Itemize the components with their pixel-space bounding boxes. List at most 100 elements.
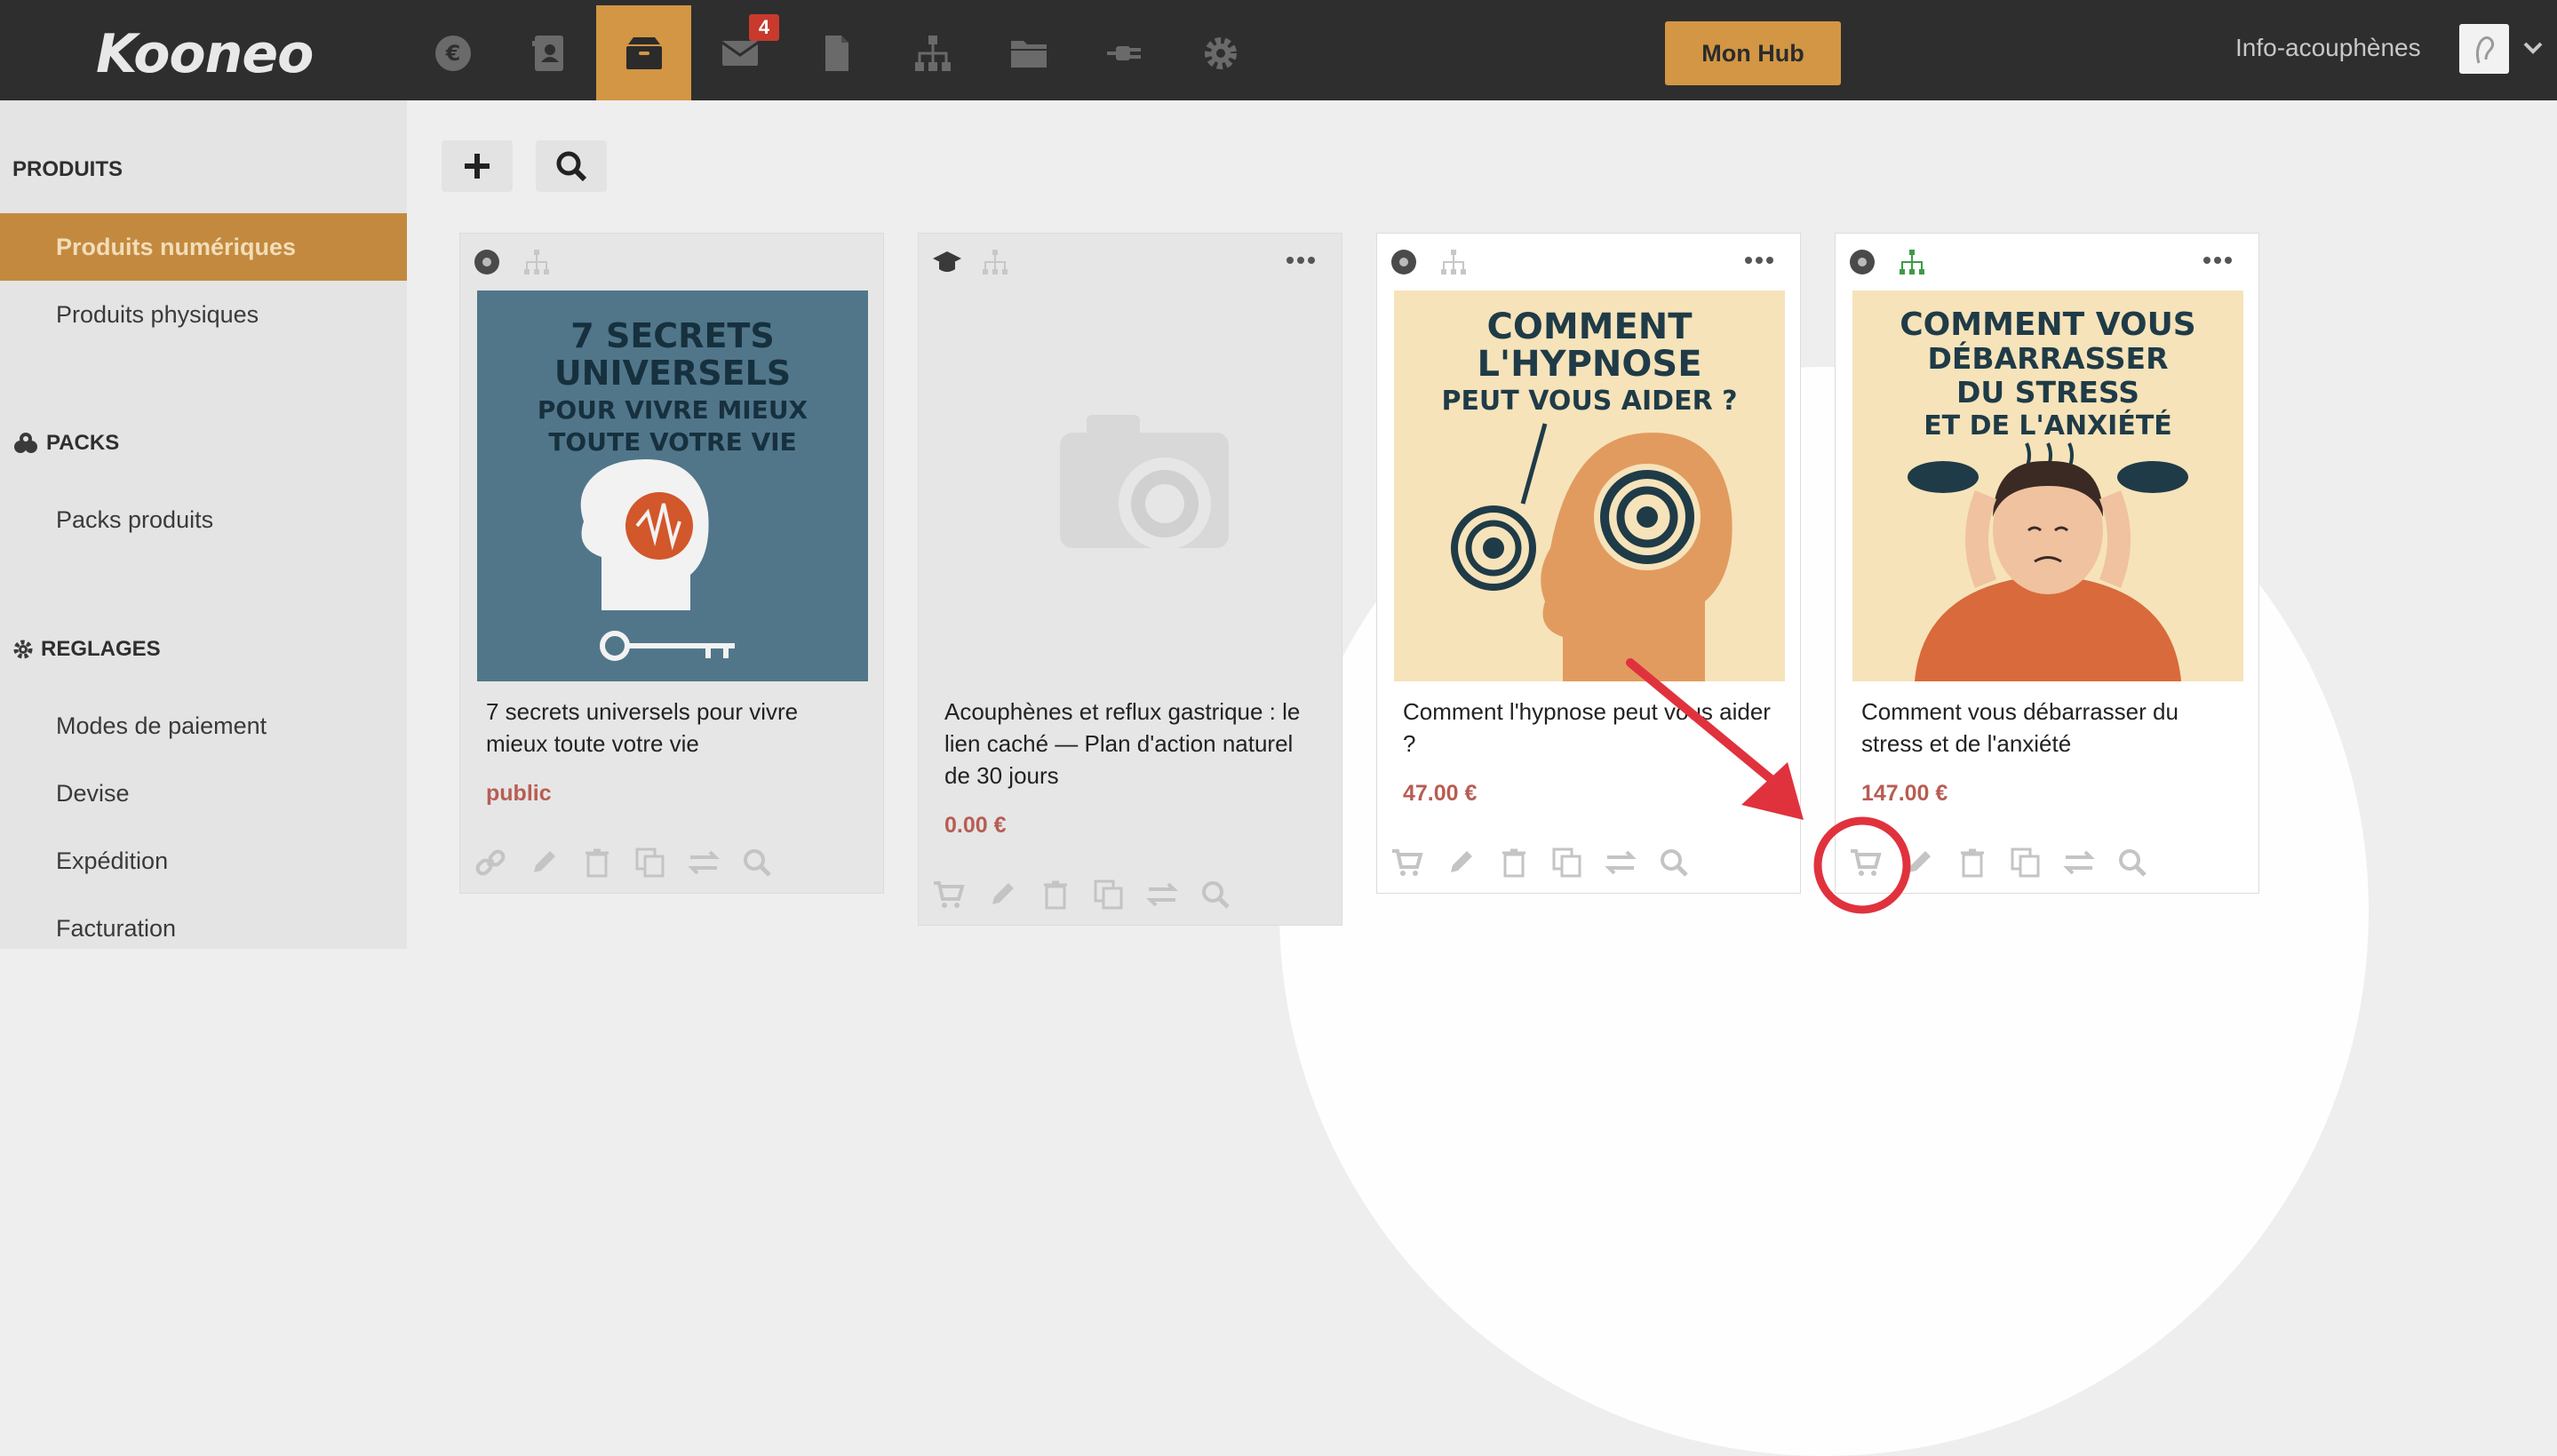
edit-icon[interactable] xyxy=(985,878,1019,911)
sidebar-section-produits: PRODUITS xyxy=(12,157,123,182)
product-thumbnail[interactable]: COMMENT VOUS DÉBARRASSER DU STRESS ET DE… xyxy=(1852,290,2243,681)
plug-icon[interactable] xyxy=(1077,5,1172,100)
more-options-icon[interactable] xyxy=(1285,251,1317,269)
delete-icon[interactable] xyxy=(580,846,614,879)
sidebar-item-label: Produits physiques xyxy=(56,300,259,328)
ear-avatar-icon xyxy=(2475,36,2495,64)
product-price: 0.00 € xyxy=(944,813,1007,838)
sidebar-item-devise[interactable]: Devise xyxy=(0,760,407,827)
link-icon[interactable] xyxy=(474,846,507,879)
mail-notification-badge: 4 xyxy=(749,14,779,41)
edit-icon[interactable] xyxy=(1902,846,1936,879)
sitemap-icon[interactable] xyxy=(522,248,551,276)
sitemap-icon[interactable] xyxy=(885,5,980,100)
search-button[interactable] xyxy=(536,140,607,192)
file-icon[interactable] xyxy=(788,5,883,100)
product-thumbnail[interactable]: 7 SECRETS UNIVERSELS POUR VIVRE MIEUX TO… xyxy=(477,290,868,681)
thumb-line: PEUT VOUS AIDER ? xyxy=(1441,386,1737,417)
card-header xyxy=(919,234,1342,290)
copy-icon[interactable] xyxy=(1092,878,1126,911)
search-icon[interactable] xyxy=(1657,846,1691,879)
product-price: 147.00 € xyxy=(1861,781,1948,806)
transfer-icon[interactable] xyxy=(2062,846,2096,879)
sidebar-item-facturation[interactable]: Facturation xyxy=(0,895,407,962)
sidebar-item-produits-physiques[interactable]: Produits physiques xyxy=(0,281,407,348)
product-title[interactable]: Comment vous débarrasser du stress et de… xyxy=(1861,696,2234,760)
card-header xyxy=(460,234,883,290)
product-card: Acouphènes et reflux gastrique : le lien… xyxy=(918,233,1342,926)
copy-icon[interactable] xyxy=(1550,846,1584,879)
search-icon[interactable] xyxy=(740,846,774,879)
search-icon xyxy=(556,151,587,182)
thumb-line: L'HYPNOSE xyxy=(1477,344,1701,385)
graduation-cap-icon xyxy=(933,251,961,272)
delete-icon[interactable] xyxy=(1039,878,1072,911)
product-thumbnail[interactable]: COMMENT L'HYPNOSE PEUT VOUS AIDER ? xyxy=(1394,290,1785,681)
sitemap-icon[interactable] xyxy=(1898,248,1926,276)
cart-icon[interactable] xyxy=(1849,846,1883,879)
card-actions xyxy=(474,846,774,879)
search-icon[interactable] xyxy=(1199,878,1232,911)
thumb-line: DÉBARRASSER xyxy=(1928,340,2169,376)
product-title[interactable]: Comment l'hypnose peut vous aider ? xyxy=(1403,696,1776,760)
edit-icon[interactable] xyxy=(527,846,561,879)
euro-icon[interactable]: € xyxy=(405,5,500,100)
copy-icon[interactable] xyxy=(633,846,667,879)
thumb-line: POUR VIVRE MIEUX xyxy=(538,395,809,425)
sidebar-item-label: Produits numériques xyxy=(56,233,297,260)
transfer-icon[interactable] xyxy=(687,846,721,879)
camera-placeholder-icon xyxy=(1060,415,1229,550)
thumb-line: 7 SECRETS xyxy=(570,316,774,355)
svg-text:€: € xyxy=(444,41,460,66)
thumb-line: COMMENT xyxy=(1486,306,1693,347)
digital-product-icon xyxy=(1850,250,1875,274)
card-actions xyxy=(932,878,1232,911)
delete-icon[interactable] xyxy=(1956,846,1989,879)
card-header xyxy=(1377,234,1800,290)
sidebar-item-label: Modes de paiement xyxy=(56,712,267,739)
plus-icon xyxy=(465,154,490,179)
add-product-button[interactable] xyxy=(442,140,513,192)
card-header xyxy=(1836,234,2258,290)
delete-icon[interactable] xyxy=(1497,846,1531,879)
box-icon[interactable] xyxy=(596,5,691,100)
account-name[interactable]: Info-acouphènes xyxy=(2235,34,2421,62)
more-options-icon[interactable] xyxy=(1743,251,1775,269)
product-card: 7 SECRETS UNIVERSELS POUR VIVRE MIEUX TO… xyxy=(459,233,884,894)
digital-product-icon xyxy=(1391,250,1416,274)
product-card: COMMENT L'HYPNOSE PEUT VOUS AIDER ? Comm… xyxy=(1376,233,1801,894)
transfer-icon[interactable] xyxy=(1145,878,1179,911)
cart-icon[interactable] xyxy=(1390,846,1424,879)
avatar[interactable] xyxy=(2459,24,2509,74)
search-icon[interactable] xyxy=(2115,846,2149,879)
kooneo-logo[interactable]: Kooneo xyxy=(96,23,314,85)
copy-icon[interactable] xyxy=(2009,846,2043,879)
sidebar-item-expedition[interactable]: Expédition xyxy=(0,827,407,895)
section-title: PACKS xyxy=(46,431,120,455)
contact-card-icon[interactable] xyxy=(501,5,596,100)
sitemap-icon[interactable] xyxy=(981,248,1009,276)
sitemap-icon[interactable] xyxy=(1439,248,1468,276)
folder-icon[interactable] xyxy=(981,5,1076,100)
product-title[interactable]: 7 secrets universels pour vivre mieux to… xyxy=(486,696,859,760)
sidebar-section-reglages: REGLAGES xyxy=(12,637,161,662)
edit-icon[interactable] xyxy=(1444,846,1478,879)
more-options-icon[interactable] xyxy=(2202,251,2234,269)
gear-icon xyxy=(13,640,33,659)
thumb-line: DU STRESS xyxy=(1956,375,2139,410)
product-title[interactable]: Acouphènes et reflux gastrique : le lien… xyxy=(944,696,1318,792)
card-actions xyxy=(1390,846,1691,879)
section-title: REGLAGES xyxy=(41,637,161,661)
sidebar-item-packs-produits[interactable]: Packs produits xyxy=(0,486,407,553)
product-price: 47.00 € xyxy=(1403,781,1478,806)
sidebar-item-produits-numeriques[interactable]: Produits numériques xyxy=(0,213,407,281)
card-actions xyxy=(1849,846,2149,879)
cart-icon[interactable] xyxy=(932,878,966,911)
top-navigation-bar: Kooneo € 4 Mon Hub Info-acouphènes xyxy=(0,0,2557,100)
sidebar-item-modes-de-paiement[interactable]: Modes de paiement xyxy=(0,692,407,760)
product-thumbnail[interactable] xyxy=(936,290,1326,681)
gear-icon[interactable] xyxy=(1173,5,1268,100)
transfer-icon[interactable] xyxy=(1604,846,1637,879)
chevron-down-icon[interactable] xyxy=(2521,39,2545,57)
mon-hub-button[interactable]: Mon Hub xyxy=(1665,21,1841,85)
